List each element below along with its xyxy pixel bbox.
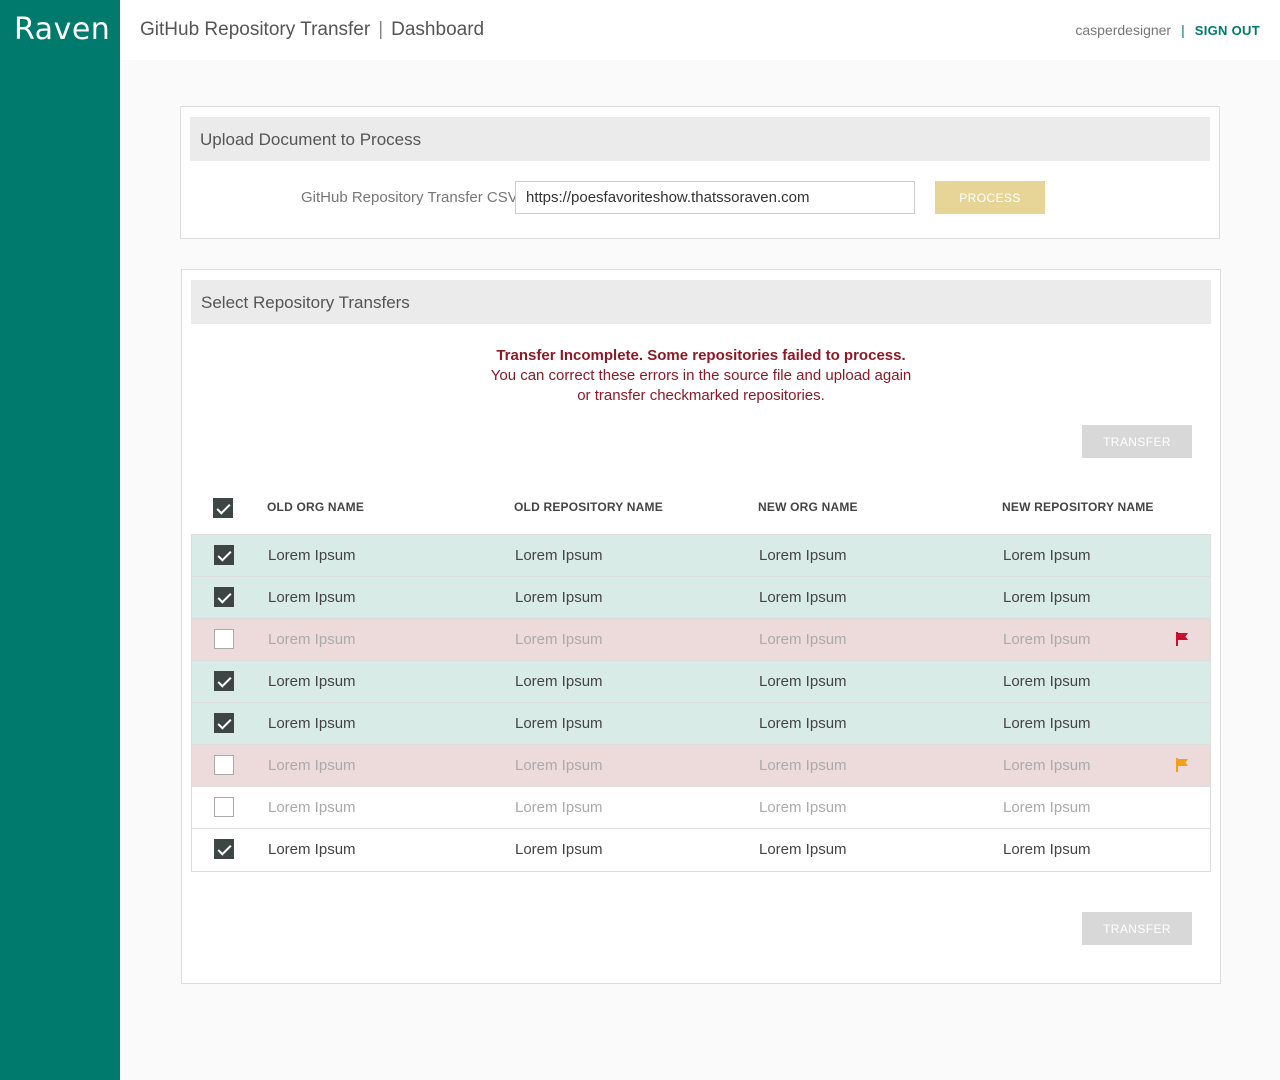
table-cell: Lorem Ipsum <box>268 631 356 648</box>
csv-url-input[interactable] <box>515 181 915 214</box>
table-cell: Lorem Ipsum <box>1003 631 1091 648</box>
row-checkbox[interactable] <box>214 755 234 775</box>
table-row[interactable]: Lorem Ipsum Lorem Ipsum Lorem Ipsum Lorem I… <box>192 661 1210 703</box>
col-old-org-name: OLD ORG NAME <box>267 500 365 514</box>
transfer-button-bottom[interactable]: TRANSFER <box>1082 912 1192 945</box>
col-old-repository-name: OLD REPOSITORY NAME <box>514 500 663 514</box>
table-cell: Lorem Ipsum <box>515 547 603 564</box>
table-cell: Lorem Ipsum <box>1003 547 1091 564</box>
sign-out-link[interactable]: SIGN OUT <box>1195 23 1260 38</box>
process-button[interactable]: PROCESS <box>935 181 1045 214</box>
table-row[interactable]: Lorem Ipsum Lorem Ipsum Lorem Ipsum Lorem I… <box>192 577 1210 619</box>
table-cell: Lorem Ipsum <box>759 841 847 858</box>
select-panel-title: Select Repository Transfers <box>201 293 410 312</box>
table-cell: Lorem Ipsum <box>1003 589 1091 606</box>
table-row[interactable]: Lorem Ipsum Lorem Ipsum Lorem Ipsum Lorem I… <box>192 745 1210 787</box>
app-title: GitHub Repository Transfer <box>140 19 371 40</box>
select-panel-header: Select Repository Transfers <box>191 280 1211 324</box>
table-row[interactable]: Lorem Ipsum Lorem Ipsum Lorem Ipsum Lorem I… <box>192 787 1210 829</box>
select-all-checkbox[interactable] <box>213 498 233 518</box>
row-checkbox[interactable] <box>214 545 234 565</box>
table-cell: Lorem Ipsum <box>515 715 603 732</box>
username: casperdesigner <box>1075 22 1172 38</box>
table-row[interactable]: Lorem Ipsum Lorem Ipsum Lorem Ipsum Lorem I… <box>192 703 1210 745</box>
upload-panel-title: Upload Document to Process <box>200 130 422 149</box>
table-cell: Lorem Ipsum <box>268 841 356 858</box>
row-checkbox[interactable] <box>214 797 234 817</box>
table-cell: Lorem Ipsum <box>759 799 847 816</box>
csv-label: GitHub Repository Transfer CSV <box>301 189 518 206</box>
table-cell: Lorem Ipsum <box>515 631 603 648</box>
error-title: Transfer Incomplete. Some repositories f… <box>496 347 906 364</box>
table-cell: Lorem Ipsum <box>268 589 356 606</box>
sidebar: Raven <box>0 0 120 1080</box>
table-cell: Lorem Ipsum <box>515 841 603 858</box>
top-bar: GitHub Repository Transfer | Dashboard cas… <box>120 0 1280 60</box>
row-checkbox[interactable] <box>214 587 234 607</box>
table-cell: Lorem Ipsum <box>515 589 603 606</box>
table-cell: Lorem Ipsum <box>268 757 356 774</box>
page-name: Dashboard <box>391 19 485 40</box>
error-line-2: or transfer checkmarked repositories. <box>577 387 825 404</box>
table-cell: Lorem Ipsum <box>1003 673 1091 690</box>
flag-icon <box>1176 758 1188 772</box>
flag-icon <box>1176 632 1188 646</box>
error-message: Transfer Incomplete. Some repositories f… <box>182 346 1220 406</box>
select-panel: Select Repository Transfers Transfer Inc… <box>181 269 1221 984</box>
transfer-button-top[interactable]: TRANSFER <box>1082 425 1192 458</box>
table-row[interactable]: Lorem Ipsum Lorem Ipsum Lorem Ipsum Lorem I… <box>192 619 1210 661</box>
row-checkbox[interactable] <box>214 713 234 733</box>
raven-logo[interactable]: Raven <box>14 12 110 47</box>
table-body: Lorem Ipsum Lorem Ipsum Lorem Ipsum Lorem I… <box>191 534 1211 872</box>
row-checkbox[interactable] <box>214 629 234 649</box>
table-cell: Lorem Ipsum <box>515 799 603 816</box>
table-cell: Lorem Ipsum <box>1003 757 1091 774</box>
table-cell: Lorem Ipsum <box>268 715 356 732</box>
table-cell: Lorem Ipsum <box>515 673 603 690</box>
table-cell: Lorem Ipsum <box>268 799 356 816</box>
table-cell: Lorem Ipsum <box>759 715 847 732</box>
table-cell: Lorem Ipsum <box>759 631 847 648</box>
table-cell: Lorem Ipsum <box>268 673 356 690</box>
error-line-1: You can correct these errors in the sour… <box>490 367 912 384</box>
upload-panel-header: Upload Document to Process <box>190 117 1210 161</box>
table-row[interactable]: Lorem Ipsum Lorem Ipsum Lorem Ipsum Lorem I… <box>192 829 1210 871</box>
table-cell: Lorem Ipsum <box>759 547 847 564</box>
row-checkbox[interactable] <box>214 671 234 691</box>
table-cell: Lorem Ipsum <box>1003 841 1091 858</box>
transfer-table: OLD ORG NAME OLD REPOSITORY NAME NEW ORG… <box>191 486 1211 872</box>
row-checkbox[interactable] <box>214 839 234 859</box>
table-cell: Lorem Ipsum <box>1003 799 1091 816</box>
col-new-repository-name: NEW REPOSITORY NAME <box>1002 500 1154 514</box>
user-area: casperdesigner | SIGN OUT <box>1075 22 1260 38</box>
page-title: GitHub Repository Transfer | Dashboard <box>140 19 485 40</box>
table-cell: Lorem Ipsum <box>515 757 603 774</box>
table-row[interactable]: Lorem Ipsum Lorem Ipsum Lorem Ipsum Lorem I… <box>192 535 1210 577</box>
col-new-org-name: NEW ORG NAME <box>758 500 858 514</box>
table-header: OLD ORG NAME OLD REPOSITORY NAME NEW ORG… <box>191 486 1211 534</box>
upload-panel: Upload Document to Process GitHub Reposi… <box>180 106 1220 239</box>
table-cell: Lorem Ipsum <box>1003 715 1091 732</box>
table-cell: Lorem Ipsum <box>759 589 847 606</box>
table-cell: Lorem Ipsum <box>268 547 356 564</box>
table-cell: Lorem Ipsum <box>759 757 847 774</box>
table-cell: Lorem Ipsum <box>759 673 847 690</box>
